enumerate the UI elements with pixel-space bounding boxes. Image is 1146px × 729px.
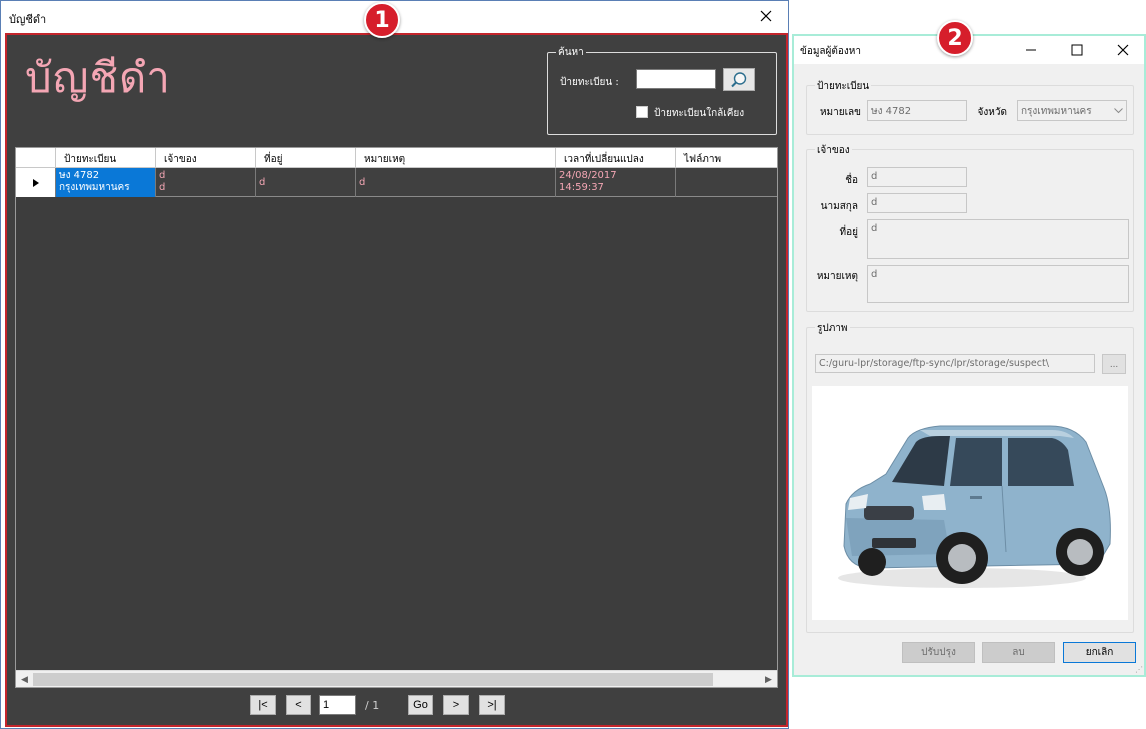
close-icon xyxy=(1117,44,1129,56)
first-page-button[interactable]: |< xyxy=(250,695,276,715)
detail-close-button[interactable] xyxy=(1100,36,1146,64)
callout-badge-1: 1 xyxy=(364,2,400,38)
column-header-plate[interactable]: ป้ายทะเบียน xyxy=(56,148,156,168)
window-title: บัญชีดำ xyxy=(9,13,47,26)
close-button[interactable] xyxy=(744,1,788,31)
magnifier-icon xyxy=(731,71,747,87)
last-page-button[interactable]: >| xyxy=(479,695,505,715)
blacklist-window: บัญชีดำ บัญชีดำ ค้นหา ป้ายทะเบียน : ป้าย… xyxy=(0,0,789,729)
image-group-legend: รูปภาพ xyxy=(815,321,850,336)
search-legend: ค้นหา xyxy=(556,45,586,60)
owner-last-field[interactable]: d xyxy=(867,193,967,213)
cell-owner-last: d xyxy=(159,182,166,193)
resize-grip-icon[interactable]: ⋰ xyxy=(1135,665,1143,674)
suspect-car-image xyxy=(812,386,1128,620)
main-panel: บัญชีดำ ค้นหา ป้ายทะเบียน : ป้ายทะเบียนใ… xyxy=(5,33,788,727)
table-row[interactable]: ษง 4782 กรุงเทพมหานคร d d d d 24/08/2017… xyxy=(16,168,777,197)
owner-note-label: หมายเหตุ xyxy=(816,271,858,282)
scroll-left-icon[interactable]: ◀ xyxy=(16,671,33,688)
suspect-detail-window: ข้อมูลผู้ต้องหา ป้ายทะเบียน หมายเลข ษง 4… xyxy=(792,34,1146,677)
cell-address[interactable]: d xyxy=(256,168,356,197)
column-header-image[interactable]: ไฟล์ภาพ xyxy=(676,148,777,168)
detail-window-title: ข้อมูลผู้ต้องหา xyxy=(800,46,862,57)
cell-modified[interactable]: 24/08/2017 14:59:37 xyxy=(556,168,676,197)
column-header-address[interactable]: ที่อยู่ xyxy=(256,148,356,168)
owner-first-field[interactable]: d xyxy=(867,167,967,187)
cell-image[interactable] xyxy=(676,168,777,197)
plate-group: ป้ายทะเบียน หมายเลข ษง 4782 จังหวัด กรุง… xyxy=(806,79,1134,135)
column-header-modified[interactable]: เวลาที่เปลี่ยนแปลง xyxy=(556,148,676,168)
cell-owner-first: d xyxy=(159,170,166,181)
page-total: / 1 xyxy=(365,699,380,712)
callout-badge-2: 2 xyxy=(937,20,973,56)
delete-button[interactable]: ลบ xyxy=(982,642,1055,663)
row-header-corner xyxy=(16,148,56,168)
horizontal-scrollbar[interactable]: ◀ ▶ xyxy=(16,670,777,687)
grid-header: ป้ายทะเบียน เจ้าของ ที่อยู่ หมายเหตุ เวล… xyxy=(16,148,777,168)
owner-address-field[interactable]: d xyxy=(867,219,1129,259)
cell-owner[interactable]: d d xyxy=(156,168,256,197)
page-number-input[interactable] xyxy=(319,695,356,715)
plate-group-legend: ป้ายทะเบียน xyxy=(815,79,872,94)
search-group: ค้นหา ป้ายทะเบียน : ป้ายทะเบียนใกล้เคียง xyxy=(547,45,777,135)
near-plate-label: ป้ายทะเบียนใกล้เคียง xyxy=(654,108,745,119)
cell-plate-province: กรุงเทพมหานคร xyxy=(59,182,130,193)
minimize-button[interactable] xyxy=(1008,36,1054,64)
prev-page-button[interactable]: < xyxy=(286,695,311,715)
chevron-down-icon xyxy=(1110,101,1126,120)
update-button[interactable]: ปรับปรุง xyxy=(902,642,975,663)
owner-note-field[interactable]: d xyxy=(867,265,1129,303)
blacklist-grid: ป้ายทะเบียน เจ้าของ ที่อยู่ หมายเหตุ เวล… xyxy=(15,147,778,688)
owner-group: เจ้าของ ชื่อ d นามสกุล d ที่อยู่ d หมายเ… xyxy=(806,143,1134,312)
owner-last-label: นามสกุล xyxy=(820,201,858,212)
plate-number-field[interactable]: ษง 4782 xyxy=(867,100,967,121)
row-pointer-icon xyxy=(32,178,39,187)
close-icon xyxy=(760,10,772,22)
cell-modified-date: 24/08/2017 xyxy=(559,170,617,181)
owner-address-label: ที่อยู่ xyxy=(839,227,858,238)
cell-modified-time: 14:59:37 xyxy=(559,182,604,193)
owner-first-label: ชื่อ xyxy=(845,175,858,186)
row-header[interactable] xyxy=(16,168,56,197)
cell-plate-number: ษง 4782 xyxy=(59,170,100,181)
go-button[interactable]: Go xyxy=(408,695,433,715)
scroll-right-icon[interactable]: ▶ xyxy=(760,671,777,688)
scrollbar-thumb[interactable] xyxy=(33,673,713,686)
near-plate-checkbox[interactable] xyxy=(636,106,648,118)
province-label: จังหวัด xyxy=(977,107,1007,118)
car-illustration xyxy=(838,425,1111,588)
plate-search-input[interactable] xyxy=(636,69,716,89)
owner-group-legend: เจ้าของ xyxy=(815,143,852,158)
maximize-button[interactable] xyxy=(1054,36,1100,64)
province-select[interactable]: กรุงเทพมหานคร xyxy=(1017,100,1127,121)
cancel-button[interactable]: ยกเลิก xyxy=(1063,642,1136,663)
page-title: บัญชีดำ xyxy=(25,53,171,102)
image-path-field[interactable]: C:/guru-lpr/storage/ftp-sync/lpr/storage… xyxy=(815,354,1095,373)
province-select-value: กรุงเทพมหานคร xyxy=(1021,106,1092,117)
browse-button[interactable]: ... xyxy=(1102,354,1126,374)
search-button[interactable] xyxy=(723,68,755,91)
next-page-button[interactable]: > xyxy=(443,695,469,715)
plate-number-label: หมายเลข xyxy=(819,107,861,118)
column-header-note[interactable]: หมายเหตุ xyxy=(356,148,556,168)
plate-search-label: ป้ายทะเบียน : xyxy=(560,77,619,88)
minimize-icon xyxy=(1026,49,1036,51)
maximize-icon xyxy=(1071,44,1083,56)
cell-note[interactable]: d xyxy=(356,168,556,197)
column-header-owner[interactable]: เจ้าของ xyxy=(156,148,256,168)
cell-plate[interactable]: ษง 4782 กรุงเทพมหานคร xyxy=(56,168,156,197)
